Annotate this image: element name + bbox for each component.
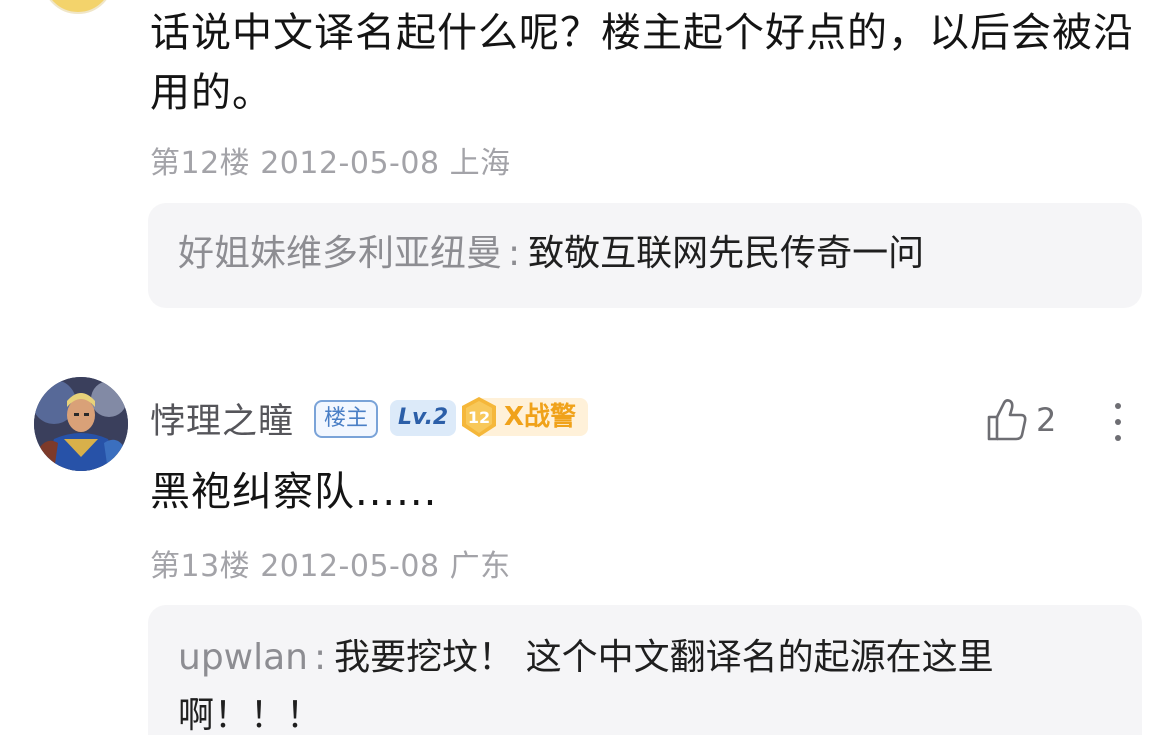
post-meta: 第12楼 2012-05-08 上海 xyxy=(150,146,511,181)
post-content: 黑袍纠察队...... xyxy=(150,469,438,515)
reply-preview[interactable]: 好姐妹维多利亚纽曼: 致敬互联网先民传奇一问 xyxy=(148,203,1142,308)
post-content: 话说中文译名起什么呢？楼主起个好点的，以后会被沿用的。 xyxy=(150,10,1134,116)
username[interactable]: 悖理之瞳 xyxy=(150,393,294,444)
avatar[interactable] xyxy=(34,377,128,471)
reply-separator: : xyxy=(508,233,521,274)
reply-text: 致敬互联网先民传奇一问 xyxy=(528,233,925,274)
more-vertical-icon[interactable] xyxy=(1104,400,1132,444)
comment-thread: 话说中文译名起什么呢？楼主起个好点的，以后会被沿用的。 第12楼 2012-05… xyxy=(0,0,1176,735)
rank-badge: 12 X战警 xyxy=(458,396,588,438)
reply-author[interactable]: 好姐妹维多利亚纽曼 xyxy=(178,233,502,274)
owner-badge: 楼主 xyxy=(314,400,379,438)
like-count: 2 xyxy=(1036,401,1057,439)
rank-shield-icon: 12 xyxy=(462,397,496,437)
thumbs-up-icon xyxy=(987,399,1027,441)
reply-separator: : xyxy=(314,637,327,678)
reply-author[interactable]: upwlan xyxy=(178,637,308,678)
rank-title: X战警 xyxy=(504,402,577,432)
post-meta: 第13楼 2012-05-08 广东 xyxy=(150,549,511,584)
reply-preview[interactable]: upwlan: 我要挖坟！ 这个中文翻译名的起源在这里啊！！！ xyxy=(148,605,1142,735)
avatar-image xyxy=(34,377,128,471)
previous-user-avatar[interactable] xyxy=(42,0,114,14)
rank-number: 12 xyxy=(468,408,490,427)
level-badge: Lv.2 xyxy=(390,400,457,436)
like-button[interactable]: 2 xyxy=(986,396,1056,444)
